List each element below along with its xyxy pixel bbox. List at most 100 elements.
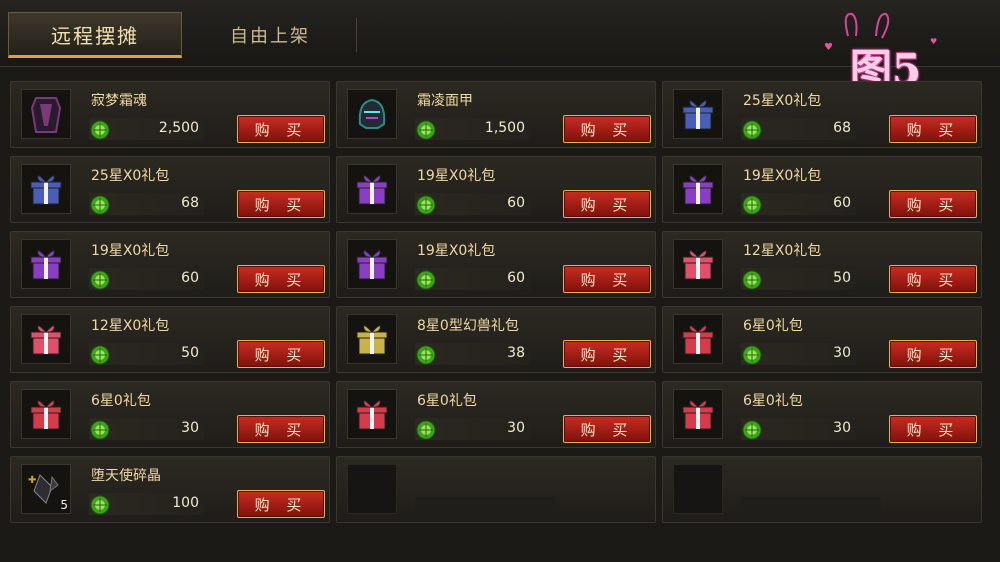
gem-currency-icon: [741, 269, 763, 291]
buy-button[interactable]: 购 买: [889, 115, 977, 143]
gem-currency-icon: [741, 194, 763, 216]
crystal-icon[interactable]: ✚ 5: [21, 464, 71, 514]
empty-slot: [336, 456, 656, 523]
buy-button[interactable]: 购 买: [237, 115, 325, 143]
empty-bar: [415, 497, 555, 517]
gem-currency-icon: [89, 119, 111, 141]
item-name: 19星X0礼包: [417, 243, 496, 259]
buy-button[interactable]: 购 买: [889, 415, 977, 443]
buy-button[interactable]: 购 买: [563, 115, 651, 143]
buy-button[interactable]: 购 买: [889, 190, 977, 218]
item-card: 12星X0礼包 50 购 买: [662, 231, 982, 298]
item-name: 19星X0礼包: [417, 168, 496, 184]
gift-icon[interactable]: [347, 164, 397, 214]
gift-icon[interactable]: [21, 239, 71, 289]
item-name: 6星0礼包: [417, 393, 477, 409]
gift-icon[interactable]: [673, 239, 723, 289]
armor-icon[interactable]: [21, 89, 71, 139]
gem-currency-icon: [415, 344, 437, 366]
buy-button[interactable]: 购 买: [237, 265, 325, 293]
gift-icon[interactable]: [21, 389, 71, 439]
gift-icon[interactable]: [673, 89, 723, 139]
gift-icon[interactable]: [21, 164, 71, 214]
item-name: 6星0礼包: [743, 393, 803, 409]
gem-currency-icon: [415, 119, 437, 141]
item-name: 12星X0礼包: [91, 318, 170, 334]
item-name: 寂梦霜魂: [91, 93, 147, 109]
item-price: 1,500: [484, 120, 525, 136]
empty-slot: [662, 456, 982, 523]
item-card: 8星0型幻兽礼包 38 购 买: [336, 306, 656, 373]
gem-currency-icon: [741, 119, 763, 141]
gift-icon[interactable]: [673, 164, 723, 214]
item-price: 2,500: [158, 120, 199, 136]
gem-currency-icon: [89, 344, 111, 366]
item-price: 68: [833, 120, 851, 136]
item-card: 6星0礼包 30 购 买: [336, 381, 656, 448]
item-name: 19星X0礼包: [743, 168, 822, 184]
item-name: 堕天使碎晶: [91, 468, 161, 484]
item-price: 30: [833, 345, 851, 361]
gift-icon[interactable]: [21, 314, 71, 364]
buy-button[interactable]: 购 买: [237, 340, 325, 368]
gem-currency-icon: [741, 419, 763, 441]
item-price: 68: [181, 195, 199, 211]
gem-currency-icon: [415, 269, 437, 291]
svg-text:♥: ♥: [930, 37, 937, 46]
item-name: 12星X0礼包: [743, 243, 822, 259]
svg-text:✚: ✚: [28, 475, 36, 486]
empty-thumb: [347, 464, 397, 514]
tab-remote-stall[interactable]: 远程摆摊: [8, 12, 182, 58]
item-price: 60: [507, 195, 525, 211]
gift-icon[interactable]: [673, 314, 723, 364]
buy-button[interactable]: 购 买: [563, 415, 651, 443]
gem-currency-icon: [89, 194, 111, 216]
item-card: 6星0礼包 30 购 买: [10, 381, 330, 448]
item-card: ✚ 5 堕天使碎晶 100 购 买: [10, 456, 330, 523]
item-price: 30: [833, 420, 851, 436]
gift-icon[interactable]: [347, 389, 397, 439]
item-card: 霜凌面甲 1,500 购 买: [336, 81, 656, 148]
gem-currency-icon: [741, 344, 763, 366]
svg-text:♥: ♥: [824, 42, 833, 53]
buy-button[interactable]: 购 买: [563, 190, 651, 218]
item-name: 8星0型幻兽礼包: [417, 318, 519, 334]
buy-button[interactable]: 购 买: [237, 415, 325, 443]
item-name: 6星0礼包: [743, 318, 803, 334]
item-name: 25星X0礼包: [743, 93, 822, 109]
item-price: 100: [172, 495, 199, 511]
tab-free-listing[interactable]: 自由上架: [190, 12, 350, 58]
item-card: 6星0礼包 30 购 买: [662, 306, 982, 373]
gem-currency-icon: [89, 269, 111, 291]
tab-divider: [356, 18, 357, 52]
gift-icon[interactable]: [347, 314, 397, 364]
buy-button[interactable]: 购 买: [237, 190, 325, 218]
item-card: 25星X0礼包 68 购 买: [10, 156, 330, 223]
helmet-icon[interactable]: [347, 89, 397, 139]
item-card: 19星X0礼包 60 购 买: [662, 156, 982, 223]
item-name: 25星X0礼包: [91, 168, 170, 184]
buy-button[interactable]: 购 买: [237, 490, 325, 518]
item-count: 5: [60, 498, 68, 512]
item-name: 6星0礼包: [91, 393, 151, 409]
gift-icon[interactable]: [673, 389, 723, 439]
gift-icon[interactable]: [347, 239, 397, 289]
buy-button[interactable]: 购 买: [563, 340, 651, 368]
item-price: 30: [181, 420, 199, 436]
item-card: 寂梦霜魂 2,500 购 买: [10, 81, 330, 148]
item-card: 19星X0礼包 60 购 买: [336, 231, 656, 298]
item-price: 50: [181, 345, 199, 361]
item-price: 60: [507, 270, 525, 286]
item-name: 霜凌面甲: [417, 93, 473, 109]
buy-button[interactable]: 购 买: [889, 265, 977, 293]
item-price: 60: [181, 270, 199, 286]
gem-currency-icon: [89, 494, 111, 516]
gem-currency-icon: [415, 419, 437, 441]
buy-button[interactable]: 购 买: [563, 265, 651, 293]
empty-thumb: [673, 464, 723, 514]
gem-currency-icon: [415, 194, 437, 216]
item-price: 30: [507, 420, 525, 436]
buy-button[interactable]: 购 买: [889, 340, 977, 368]
item-price: 50: [833, 270, 851, 286]
empty-bar: [741, 497, 881, 517]
